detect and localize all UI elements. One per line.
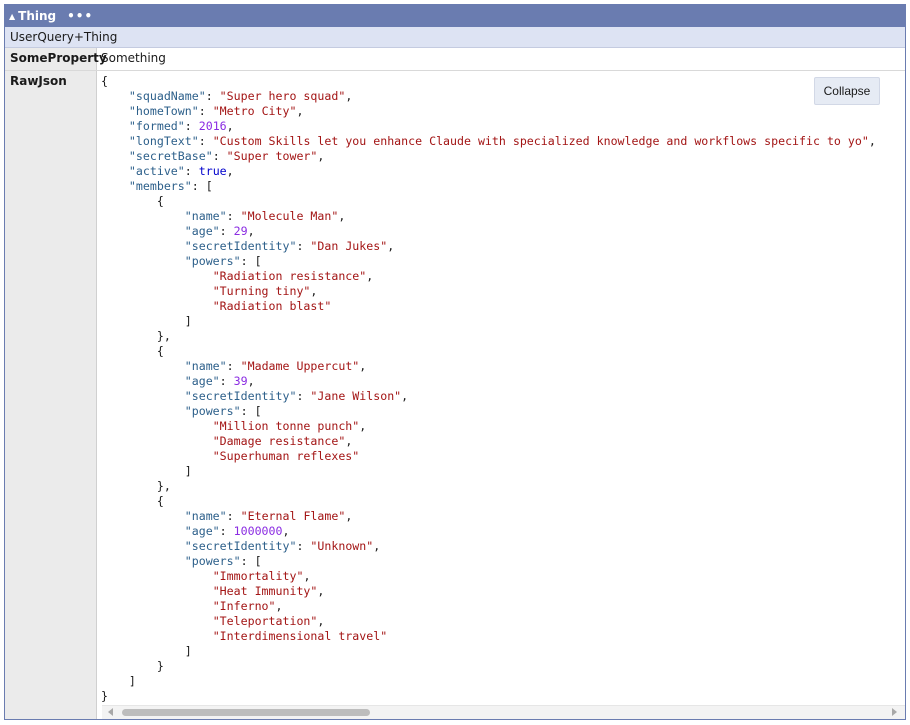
panel-header[interactable]: ▲ Thing ••• [5, 5, 905, 27]
result-panel: ▲ Thing ••• UserQuery+Thing SomeProperty… [4, 4, 906, 720]
triangle-up-icon[interactable]: ▲ [9, 12, 15, 21]
property-key: SomeProperty [5, 48, 107, 70]
panel-title: Thing [18, 9, 57, 23]
horizontal-scrollbar[interactable] [102, 705, 905, 719]
scroll-left-icon[interactable] [108, 708, 113, 716]
property-value: Something [101, 51, 166, 65]
type-name: UserQuery+Thing [10, 30, 118, 44]
scroll-right-icon[interactable] [892, 708, 897, 716]
scroll-thumb[interactable] [122, 709, 370, 716]
json-viewer: { "squadName": "Super hero squad", "home… [97, 71, 905, 719]
type-name-row: UserQuery+Thing [5, 27, 905, 48]
collapse-button[interactable]: Collapse [814, 77, 880, 105]
ellipsis-icon[interactable]: ••• [67, 9, 93, 23]
property-key: RawJson [5, 71, 97, 719]
property-row: RawJson { "squadName": "Super hero squad… [5, 71, 905, 719]
property-row: SomeProperty Something [5, 48, 905, 71]
json-code: { "squadName": "Super hero squad", "home… [101, 74, 876, 703]
